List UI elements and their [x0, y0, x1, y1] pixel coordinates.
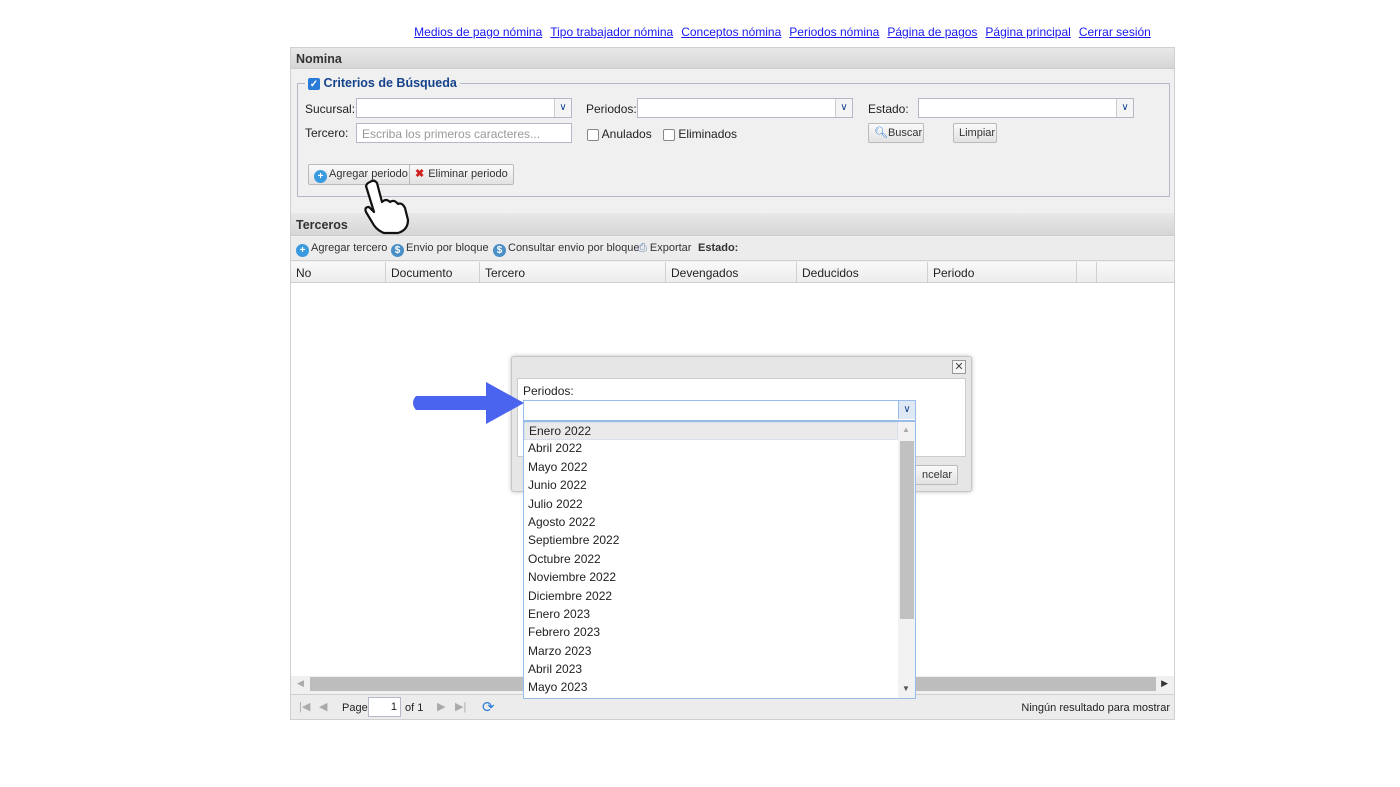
dropdown-option[interactable]: Abril 2023	[524, 661, 898, 679]
scroll-down-icon[interactable]: ▼	[902, 684, 910, 693]
terceros-title: Terceros	[291, 213, 1174, 236]
link-pagina-principal[interactable]: Página principal	[985, 25, 1070, 39]
close-icon[interactable]: ✕	[952, 360, 966, 374]
dropdown-option[interactable]: Mayo 2023	[524, 679, 898, 697]
blue-arrow-annotation	[413, 382, 524, 424]
link-pagina-pagos[interactable]: Página de pagos	[887, 25, 977, 39]
prev-page-icon[interactable]: ◀	[319, 700, 327, 713]
first-page-icon[interactable]: |◀	[299, 700, 310, 713]
column-documento[interactable]: Documento	[386, 262, 480, 283]
dialog-periodos-label: Periodos:	[523, 384, 574, 398]
exportar-button[interactable]: ⎙ Exportar	[638, 242, 691, 255]
eliminados-label: Eliminados	[678, 127, 738, 141]
next-page-icon[interactable]: ▶	[437, 700, 445, 713]
periodos-label: Periodos:	[586, 102, 637, 116]
column-devengados[interactable]: Devengados	[666, 262, 797, 283]
tercero-label: Tercero:	[305, 126, 349, 140]
dropdown-option[interactable]: Octubre 2022	[524, 551, 898, 569]
top-nav: Medios de pago nómina Tipo trabajador nóm…	[290, 25, 1175, 43]
dropdown-option[interactable]: Junio 2022	[524, 477, 898, 495]
dropdown-option[interactable]: Agosto 2022	[524, 514, 898, 532]
scroll-up-icon[interactable]: ▲	[902, 425, 910, 434]
link-tipo-trabajador[interactable]: Tipo trabajador nómina	[550, 25, 673, 39]
dropdown-option[interactable]: Abril 2022	[524, 440, 898, 458]
scroll-left-icon[interactable]: ◀	[297, 678, 304, 689]
nomina-title: Nomina	[291, 48, 1174, 69]
dialog-periodos-select[interactable]: ∨	[523, 400, 916, 421]
link-cerrar-sesion[interactable]: Cerrar sesión	[1079, 25, 1151, 39]
dollar-icon: $	[391, 244, 404, 257]
paging-status: Ningún resultado para mostrar	[1021, 702, 1170, 714]
chevron-down-icon[interactable]: ∨	[835, 99, 852, 117]
agregar-tercero-button[interactable]: + Agregar tercero	[296, 242, 387, 257]
eliminados-checkbox[interactable]: Eliminados	[663, 127, 737, 141]
arrow-icon	[413, 382, 524, 424]
plus-icon: +	[314, 170, 327, 183]
refresh-icon[interactable]: ⟳	[482, 698, 495, 716]
dropdown-option[interactable]: Febrero 2023	[524, 624, 898, 642]
criteria-checkbox[interactable]: ✓	[308, 77, 320, 90]
column-tercero[interactable]: Tercero	[480, 262, 666, 283]
estado-toolbar-label: Estado:	[698, 242, 739, 254]
column-filler	[1097, 262, 1174, 283]
buscar-button[interactable]: 🔍︎Buscar	[868, 123, 924, 143]
chevron-down-icon[interactable]: ∨	[554, 99, 571, 117]
scroll-right-icon[interactable]: ▶	[1161, 678, 1168, 689]
dropdown-option[interactable]: Diciembre 2022	[524, 588, 898, 606]
link-medios-pago[interactable]: Medios de pago nómina	[414, 25, 542, 39]
page-label: Page	[342, 702, 368, 714]
estado-select[interactable]: ∨	[918, 98, 1134, 118]
dropdown-option[interactable]: Noviembre 2022	[524, 569, 898, 587]
consultar-envio-button[interactable]: $ Consultar envio por bloque	[493, 242, 639, 257]
column-no[interactable]: No	[291, 262, 386, 283]
sucursal-label: Sucursal:	[305, 102, 356, 116]
anulados-checkbox[interactable]: Anulados	[587, 127, 652, 141]
column-periodo[interactable]: Periodo	[928, 262, 1077, 283]
column-deducidos[interactable]: Deducidos	[797, 262, 928, 283]
list-scroll-thumb[interactable]	[900, 441, 914, 619]
dropdown-option[interactable]: Marzo 2023	[524, 643, 898, 661]
dropdown-option[interactable]: Enero 2022	[524, 422, 898, 441]
printer-icon: ⎙	[638, 242, 647, 254]
plus-icon: +	[296, 244, 309, 257]
page-input[interactable]: 1	[368, 697, 401, 717]
link-conceptos[interactable]: Conceptos nómina	[681, 25, 781, 39]
periodos-select[interactable]: ∨	[637, 98, 853, 118]
periodos-dropdown-list: Enero 2022 Abril 2022 Mayo 2022 Junio 2022 J…	[523, 421, 916, 699]
limpiar-button[interactable]: Limpiar	[953, 123, 997, 143]
list-scrollbar[interactable]: ▲ ▼	[898, 422, 915, 698]
search-icon: 🔍︎	[874, 127, 888, 139]
sucursal-select[interactable]: ∨	[356, 98, 572, 118]
dollar-icon: $	[493, 244, 506, 257]
criteria-legend[interactable]: ✓ Criterios de Búsqueda	[305, 76, 460, 90]
chevron-down-icon[interactable]: ∨	[898, 401, 915, 419]
anulados-label: Anulados	[601, 127, 652, 141]
link-periodos[interactable]: Periodos nómina	[789, 25, 879, 39]
column-extra	[1077, 262, 1097, 283]
criteria-legend-text: Criterios de Búsqueda	[323, 76, 457, 90]
envio-bloque-button[interactable]: $ Envio por bloque	[391, 242, 489, 257]
estado-label: Estado:	[868, 102, 909, 116]
last-page-icon[interactable]: ▶|	[455, 700, 466, 713]
delete-x-icon: ✖	[415, 168, 425, 180]
dropdown-option[interactable]: Septiembre 2022	[524, 532, 898, 550]
dropdown-option[interactable]: Mayo 2022	[524, 459, 898, 477]
eliminar-periodo-button[interactable]: ✖ Eliminar periodo	[409, 164, 514, 185]
page-of-label: of 1	[405, 702, 424, 714]
hand-cursor-icon	[364, 179, 410, 235]
chevron-down-icon[interactable]: ∨	[1116, 99, 1133, 117]
dropdown-option[interactable]: Julio 2022	[524, 496, 898, 514]
tercero-input[interactable]: Escriba los primeros caracteres...	[356, 123, 572, 143]
dropdown-option[interactable]: Enero 2023	[524, 606, 898, 624]
